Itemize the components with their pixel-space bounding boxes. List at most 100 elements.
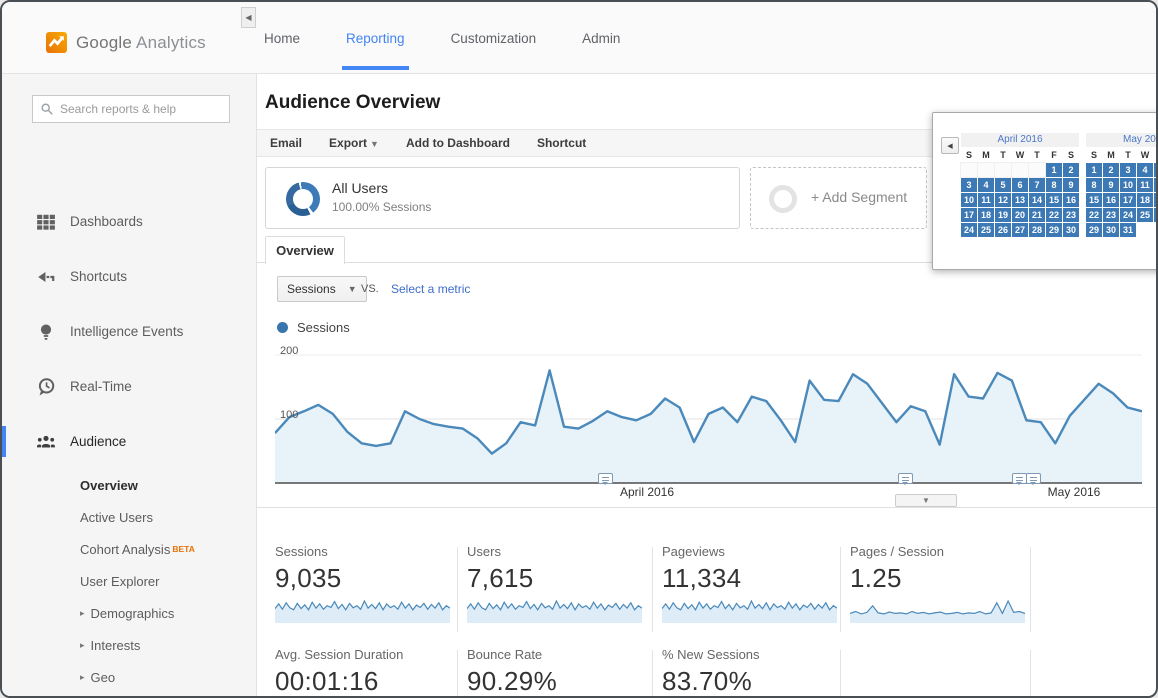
calendar-day-cell[interactable]: 24	[961, 223, 977, 237]
stat-card-users[interactable]: Users7,615	[467, 544, 647, 623]
sidebar-subitem-interests[interactable]: ▸Interests	[2, 629, 256, 661]
select-a-metric-link[interactable]: Select a metric	[391, 282, 470, 296]
toolbar-shortcut-button[interactable]: Shortcut	[537, 136, 586, 150]
calendar-day-cell[interactable]: 18	[978, 208, 994, 222]
calendar-day-cell[interactable]: 7	[1029, 178, 1045, 192]
sidebar-collapse-button[interactable]: ◀	[241, 7, 256, 28]
calendar-day-cell[interactable]: 12	[995, 193, 1011, 207]
brand-text: GoogleAnalytics	[76, 33, 206, 53]
stat-card-pageviews[interactable]: Pageviews11,334	[662, 544, 842, 623]
calendar-day-cell[interactable]: 14	[1029, 193, 1045, 207]
sidebar-item-real-time[interactable]: Real-Time	[2, 359, 256, 414]
calendar-day-cell[interactable]: 3	[1120, 163, 1136, 177]
calendar-day-cell[interactable]: 5	[995, 178, 1011, 192]
stat-card--new-sessions[interactable]: % New Sessions83.70%	[662, 647, 842, 697]
calendar-day-cell[interactable]: 29	[1046, 223, 1062, 237]
calendar-day-cell[interactable]: 9	[1063, 178, 1079, 192]
calendar-day-cell[interactable]: 24	[1120, 208, 1136, 222]
nav-item-customization[interactable]: Customization	[449, 5, 539, 72]
calendar-day-cell[interactable]: 8	[1046, 178, 1062, 192]
calendar-day-cell[interactable]: 22	[1086, 208, 1102, 222]
calendar-day-cell[interactable]: 4	[978, 178, 994, 192]
calendar-day-cell[interactable]: 16	[1063, 193, 1079, 207]
calendar-day-cell[interactable]: 29	[1086, 223, 1102, 237]
calendar-day-cell[interactable]: 8	[1086, 178, 1102, 192]
calendar-day-cell[interactable]: 27	[1012, 223, 1028, 237]
nav-item-reporting[interactable]: Reporting	[344, 5, 407, 72]
calendar-day-cell[interactable]: 28	[1029, 223, 1045, 237]
calendar-day-cell[interactable]: 16	[1103, 193, 1119, 207]
sidebar-subitem-active-users[interactable]: Active Users	[2, 501, 256, 533]
stat-card-avg-session-duration[interactable]: Avg. Session Duration00:01:16	[275, 647, 455, 697]
sidebar-item-audience[interactable]: Audience	[2, 414, 256, 469]
sidebar-item-intelligence-events[interactable]: Intelligence Events	[2, 304, 256, 359]
stat-value: 90.29%	[467, 666, 647, 697]
calendar-day-cell[interactable]: 3	[961, 178, 977, 192]
toolbar-email-button[interactable]: Email	[270, 136, 302, 150]
toolbar-add-to-dashboard-button[interactable]: Add to Dashboard	[406, 136, 510, 150]
annotation-marker-icon[interactable]	[898, 473, 913, 484]
top-bar: GoogleAnalytics Home Reporting Customizati…	[2, 2, 1156, 74]
sidebar-subitem-user-explorer[interactable]: User Explorer	[2, 565, 256, 597]
calendar-day-cell[interactable]: 18	[1137, 193, 1153, 207]
chart-collapse-handle[interactable]: ▼	[895, 494, 957, 507]
calendar-day-cell[interactable]: 30	[1063, 223, 1079, 237]
calendar-day-cell[interactable]: 1	[1086, 163, 1102, 177]
sidebar-subitem-overview[interactable]: Overview	[2, 469, 256, 501]
sidebar-subitem-behavior[interactable]: ▸Behavior	[2, 693, 256, 698]
calendar-day-cell[interactable]: 17	[961, 208, 977, 222]
annotation-marker-icon[interactable]	[1012, 473, 1027, 484]
annotation-marker-icon[interactable]	[598, 473, 613, 484]
calendar-day-cell[interactable]: 19	[995, 208, 1011, 222]
calendar-day-cell[interactable]: 26	[1154, 208, 1158, 222]
calendar-day-cell[interactable]: 4	[1137, 163, 1153, 177]
calendar-day-cell[interactable]: 2	[1063, 163, 1079, 177]
sidebar-item-dashboards[interactable]: Dashboards	[2, 194, 256, 249]
sidebar-subitem-cohort-analysis[interactable]: Cohort AnalysisBETA	[2, 533, 256, 565]
annotation-marker-icon[interactable]	[1026, 473, 1041, 484]
calendar-day-cell[interactable]: 23	[1063, 208, 1079, 222]
calendar-day-cell[interactable]: 17	[1120, 193, 1136, 207]
sidebar-subitem-geo[interactable]: ▸Geo	[2, 661, 256, 693]
calendar-day-cell[interactable]: 11	[978, 193, 994, 207]
calendar-day-cell[interactable]: 11	[1137, 178, 1153, 192]
calendar-day-cell[interactable]: 10	[1120, 178, 1136, 192]
calendar-day-cell[interactable]: 20	[1012, 208, 1028, 222]
segment-all-users[interactable]: All Users 100.00% Sessions	[265, 167, 740, 229]
add-segment-button[interactable]: + Add Segment	[750, 167, 927, 229]
stat-card-pages-session[interactable]: Pages / Session1.25	[850, 544, 1030, 623]
calendar-day-cell[interactable]: 15	[1086, 193, 1102, 207]
calendar-day-cell[interactable]: 25	[1137, 208, 1153, 222]
toolbar-export-button[interactable]: Export▼	[329, 136, 379, 150]
google-analytics-logo[interactable]: GoogleAnalytics	[46, 32, 206, 53]
nav-item-admin[interactable]: Admin	[580, 5, 622, 72]
calendar-day-cell[interactable]: 5	[1154, 163, 1158, 177]
calendar-day-cell[interactable]: 31	[1120, 223, 1136, 237]
sessions-timeline-chart[interactable]: 200 100 April 2016May 2016	[275, 342, 1142, 502]
tab-overview[interactable]: Overview	[265, 236, 345, 264]
calendar-day-cell[interactable]: 26	[995, 223, 1011, 237]
sidebar-item-shortcuts[interactable]: Shortcuts	[2, 249, 256, 304]
calendar-day-cell[interactable]: 13	[1012, 193, 1028, 207]
report-search-box[interactable]	[32, 95, 230, 123]
calendar-day-cell[interactable]: 30	[1103, 223, 1119, 237]
calendar-day-cell[interactable]: 15	[1046, 193, 1062, 207]
sidebar-subitem-demographics[interactable]: ▸Demographics	[2, 597, 256, 629]
calendar-day-cell[interactable]: 19	[1154, 193, 1158, 207]
stat-card-sessions[interactable]: Sessions9,035	[275, 544, 455, 623]
metric-select-dropdown[interactable]: Sessions ▼	[277, 276, 367, 302]
search-input[interactable]	[60, 102, 220, 116]
calendar-day-cell[interactable]: 6	[1012, 178, 1028, 192]
calendar-day-cell[interactable]: 2	[1103, 163, 1119, 177]
calendar-day-cell[interactable]: 21	[1029, 208, 1045, 222]
calendar-day-cell[interactable]: 9	[1103, 178, 1119, 192]
stat-card-bounce-rate[interactable]: Bounce Rate90.29%	[467, 647, 647, 697]
calendar-day-cell[interactable]: 10	[961, 193, 977, 207]
calendar-day-cell[interactable]: 12	[1154, 178, 1158, 192]
calendar-prev-month-button[interactable]: ◀	[941, 137, 959, 154]
calendar-day-cell[interactable]: 23	[1103, 208, 1119, 222]
calendar-day-cell[interactable]: 25	[978, 223, 994, 237]
calendar-day-cell[interactable]: 22	[1046, 208, 1062, 222]
nav-item-home[interactable]: Home	[262, 5, 302, 72]
calendar-day-cell[interactable]: 1	[1046, 163, 1062, 177]
